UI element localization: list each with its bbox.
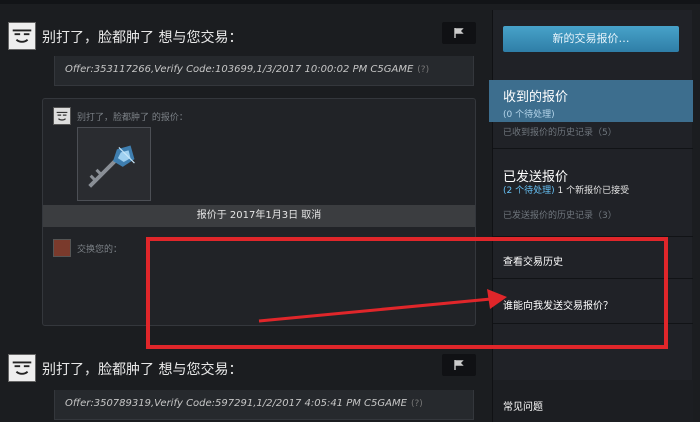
avatar-icon	[53, 107, 71, 125]
avatar-icon	[53, 239, 71, 257]
their-items: 别打了，脸都肿了 的报价：	[53, 107, 473, 203]
received-history-link[interactable]: 已收到报价的历史记录（5）	[503, 125, 617, 138]
offer-message-text: Offer:353117266,Verify Code:103699,1/3/2…	[65, 64, 414, 75]
sent-pending[interactable]: (2 个待处理)	[503, 186, 555, 196]
offer-title: 别打了，脸都肿了 想与您交易：	[42, 362, 243, 378]
your-offer-label: 交换您的：	[77, 245, 123, 255]
sent-history-link[interactable]: 已发送报价的历史记录（3）	[503, 208, 617, 221]
received-pending: (0 个待处理)	[503, 110, 555, 120]
received-title: 收到的报价	[503, 90, 569, 105]
offer-message: Offer:350789319,Verify Code:597291,1/2/2…	[54, 390, 474, 420]
offers-column: 别打了，脸都肿了 想与您交易： Offer:353117266,Verify C…	[0, 4, 485, 422]
help-icon[interactable]: (?)	[411, 399, 423, 409]
avatar[interactable]	[8, 354, 36, 382]
who-can-send-link[interactable]: 谁能向我发送交易报价？	[503, 297, 613, 312]
faq-section: 常见问题	[493, 380, 693, 422]
divider	[493, 278, 693, 279]
offer-title: 别打了，脸都肿了 想与您交易：	[42, 30, 243, 46]
faq-link[interactable]: 常见问题	[503, 398, 543, 413]
key-icon	[78, 128, 150, 200]
tab-received-offers[interactable]: 收到的报价 (0 个待处理)	[489, 80, 693, 122]
your-items: 交换您的：	[53, 239, 473, 259]
offer-header: 别打了，脸都肿了 想与您交易：	[8, 354, 478, 388]
offer-message: Offer:353117266,Verify Code:103699,1/3/2…	[54, 56, 474, 86]
new-offer-button[interactable]: 新的交易报价…	[503, 26, 679, 52]
offer-message-text: Offer:350789319,Verify Code:597291,1/2/2…	[65, 398, 407, 409]
sent-status: (2 个待处理) 1 个新报价已接受	[503, 183, 629, 196]
item-slot[interactable]	[77, 127, 151, 201]
sent-accepted: 1 个新报价已接受	[557, 186, 630, 196]
divider	[493, 323, 693, 324]
flag-icon[interactable]	[442, 354, 476, 376]
flag-icon[interactable]	[442, 22, 476, 44]
divider	[493, 148, 693, 149]
offer-status: 报价于 2017年1月3日 取消	[43, 205, 475, 227]
avatar[interactable]	[8, 22, 36, 50]
offer-header: 别打了，脸都肿了 想与您交易：	[8, 22, 478, 56]
their-offer-label: 别打了，脸都肿了 的报价：	[77, 113, 188, 123]
divider	[493, 236, 693, 237]
help-icon[interactable]: (?)	[417, 65, 429, 75]
trade-history-link[interactable]: 查看交易历史	[503, 253, 563, 268]
offer-details: 别打了，脸都肿了 的报价： 报价于 2017年1月3日 取消 交换您的：	[42, 98, 476, 326]
sidebar: 新的交易报价… 收到的报价 (0 个待处理) 已收到报价的历史记录（5） 已发送…	[489, 10, 693, 422]
